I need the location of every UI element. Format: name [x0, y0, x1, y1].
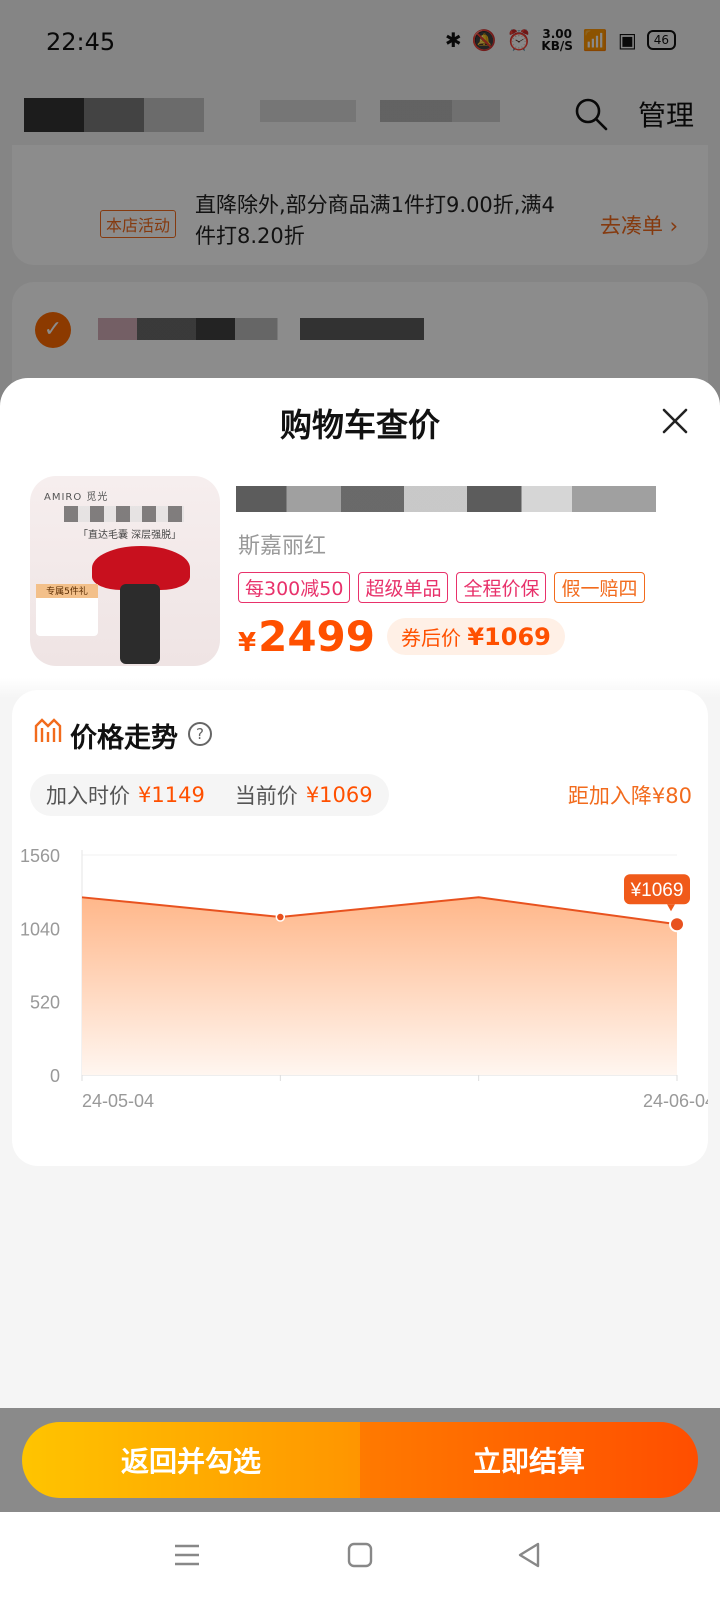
action-buttons: 返回并勾选 立即结算: [22, 1422, 698, 1498]
data-point: [275, 912, 286, 922]
trend-title: 价格走势: [70, 723, 178, 754]
added-price-label: 加入时价: [46, 784, 130, 808]
trend-icon: [34, 718, 62, 742]
close-icon[interactable]: [660, 406, 690, 436]
product-brand: AMIRO 觅光: [44, 492, 109, 503]
coupon-label: 券后价: [401, 626, 461, 650]
coupon-price-pill: 券后价 ¥1069: [387, 618, 565, 655]
current-point: [669, 916, 685, 933]
y-tick-label: 520: [30, 993, 60, 1013]
menu-icon[interactable]: [172, 1540, 202, 1570]
tag-guarantee: 假一赔四: [554, 572, 645, 603]
price-check-sheet: 购物车查价 AMIRO 觅光 「直达毛囊 深层强脱」 专属5件礼 斯嘉丽红 每3…: [0, 378, 720, 1408]
current-price: ¥1069: [305, 783, 373, 807]
sheet-title: 购物车查价: [279, 406, 440, 444]
price-tooltip-label: ¥1069: [630, 880, 684, 901]
x-tick-label: 24-06-04: [643, 1091, 708, 1111]
blurred-image-text: [64, 506, 184, 522]
tag-discount: 每300减50: [238, 572, 351, 603]
price-drop-text: 距加入降¥80: [567, 784, 692, 808]
home-icon[interactable]: [345, 1540, 375, 1570]
added-price: ¥1149: [138, 783, 205, 807]
product-tags: 每300减50 超级单品 全程价保 假一赔四: [238, 572, 645, 603]
checkout-button[interactable]: 立即结算: [360, 1422, 698, 1498]
price-trend-chart: 1560 1040 520 0 24-05-04 24-06-04 ¥1069: [20, 846, 708, 1111]
system-nav-bar: [0, 1512, 720, 1600]
blurred-product-name: [236, 486, 656, 512]
overlay-dim[interactable]: [0, 0, 720, 400]
back-and-select-button[interactable]: 返回并勾选: [22, 1422, 360, 1498]
y-tick-label: 1560: [20, 846, 60, 866]
gift-label: 专属5件礼: [36, 584, 98, 598]
price-area: [82, 897, 677, 1075]
price-tooltip-arrow: [667, 904, 675, 912]
product-image[interactable]: AMIRO 觅光 「直达毛囊 深层强脱」 专属5件礼: [30, 476, 220, 666]
tag-price-protect: 全程价保: [456, 572, 547, 603]
price-trend-card: 价格走势 ? 加入时价 ¥1149 当前价 ¥1069 距加入降¥80 1560…: [12, 690, 708, 1166]
price-symbol: ¥: [238, 628, 257, 658]
y-tick-label: 1040: [20, 919, 60, 939]
price-row: ¥ 2499 券后价 ¥1069: [238, 612, 565, 661]
x-tick-label: 24-05-04: [82, 1091, 154, 1111]
help-icon[interactable]: ?: [188, 722, 212, 746]
price-compare-pill: 加入时价 ¥1149 当前价 ¥1069: [30, 774, 389, 816]
product-variant: 斯嘉丽红: [238, 534, 327, 559]
product-price: 2499: [258, 612, 375, 661]
coupon-price: ¥1069: [467, 623, 551, 651]
tag-super-item: 超级单品: [358, 572, 449, 603]
current-price-label: 当前价: [234, 784, 298, 808]
product-slogan: 「直达毛囊 深层强脱」: [78, 530, 182, 541]
y-tick-label: 0: [50, 1066, 60, 1086]
device-handle-icon: [120, 584, 160, 664]
back-icon[interactable]: [514, 1540, 544, 1570]
